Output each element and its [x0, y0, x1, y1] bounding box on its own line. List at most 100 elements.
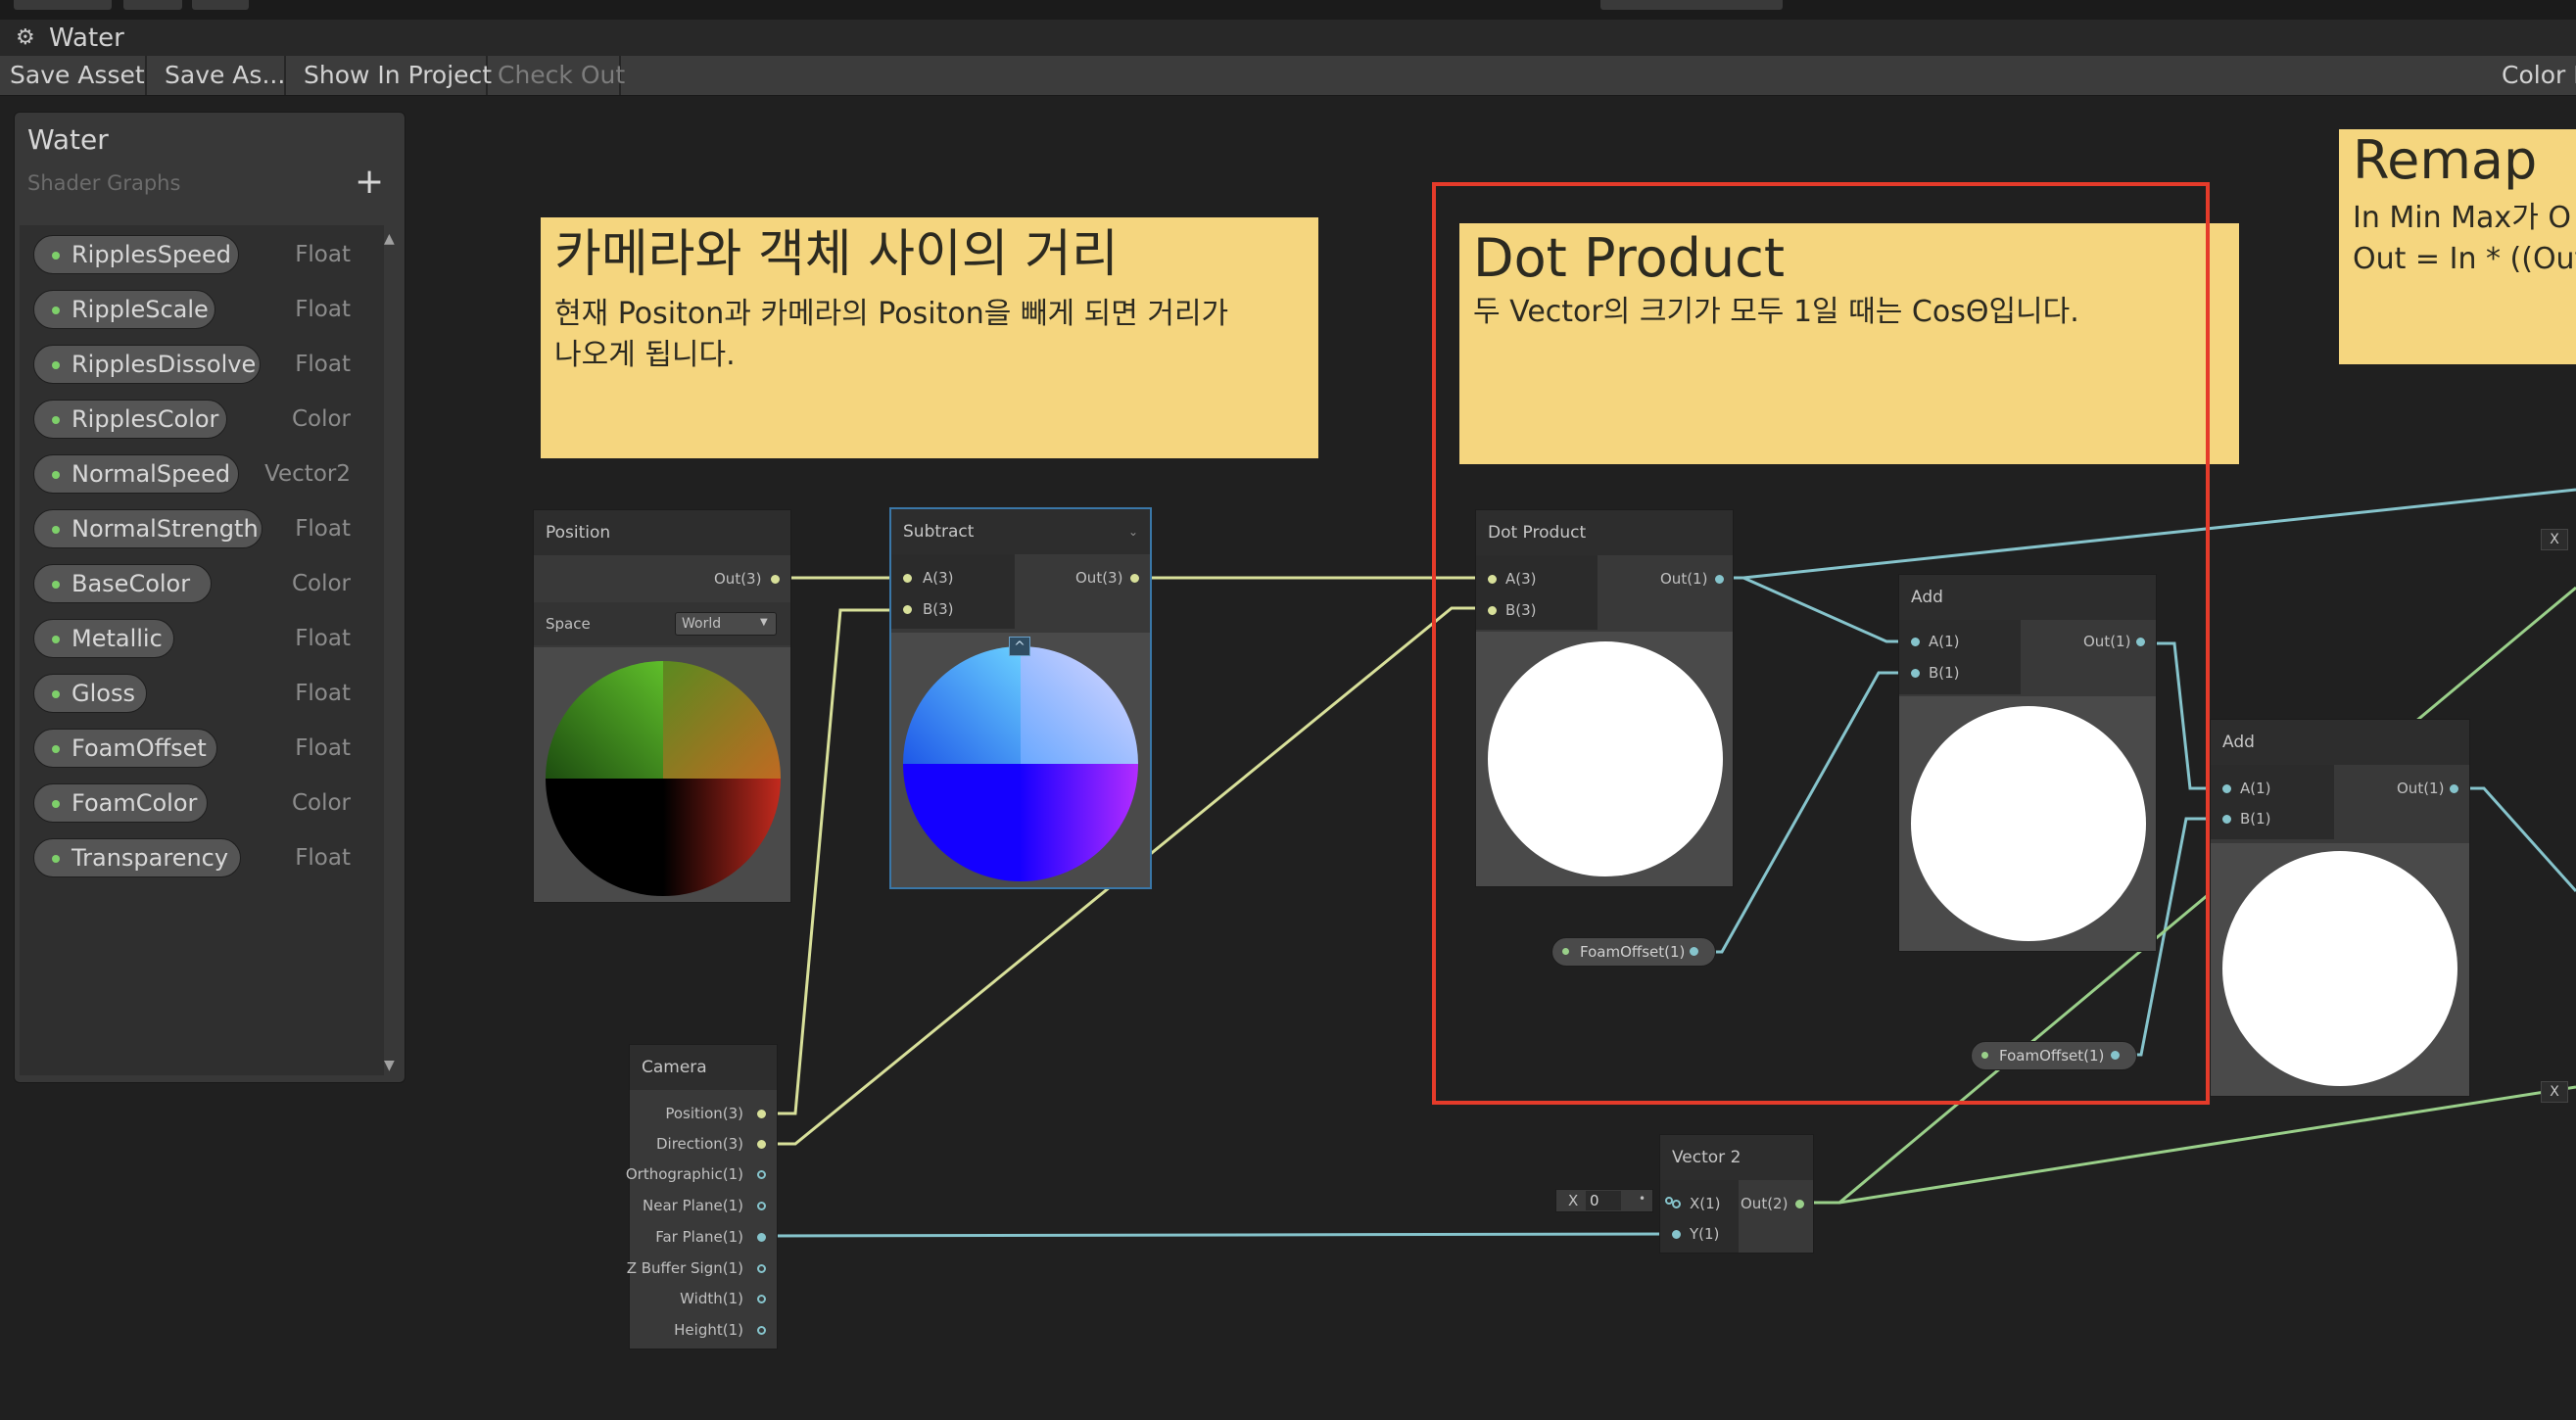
- port-label: Far Plane(1): [655, 1228, 743, 1246]
- input-port-y-icon[interactable]: [1672, 1230, 1681, 1239]
- property-type: Float: [295, 242, 351, 267]
- add-preview-sphere: [1911, 706, 2146, 941]
- port-label: Near Plane(1): [643, 1197, 743, 1214]
- dot-product-node[interactable]: Dot Product A(3) B(3) Out(1): [1475, 509, 1734, 887]
- port-label: Out(1): [2397, 780, 2445, 797]
- chevron-down-icon: ▼: [760, 617, 768, 628]
- property-type: Color: [291, 406, 351, 432]
- camera-node[interactable]: Camera Position(3) Direction(3) Orthogra…: [625, 1044, 778, 1349]
- node-title: Camera: [642, 1058, 707, 1077]
- port-label: Orthographic(1): [625, 1165, 743, 1183]
- output-port-icon[interactable]: [757, 1295, 766, 1303]
- scroll-up-arrow-icon[interactable]: ▲: [384, 231, 395, 247]
- input-port-x-icon[interactable]: [1672, 1200, 1681, 1208]
- edge-x-label[interactable]: X: [2541, 1081, 2568, 1103]
- subtract-node[interactable]: Subtract ⌄ A(3) B(3) Out(3) ^: [889, 507, 1152, 889]
- input-port-b-icon[interactable]: [2222, 815, 2231, 824]
- collapse-preview-button[interactable]: ^: [1009, 637, 1030, 656]
- property-foam-offset[interactable]: FoamOffset: [33, 729, 217, 768]
- port-label: B(3): [923, 600, 954, 618]
- x-field-value: 0: [1590, 1192, 1599, 1209]
- input-port-a-icon[interactable]: [1911, 638, 1920, 646]
- sticky-note-distance[interactable]: 카메라와 객체 사이의 거리 현재 Positon과 카메라의 Positon을…: [541, 217, 1318, 458]
- property-dot-icon: [52, 800, 60, 808]
- input-port-a-icon[interactable]: [903, 574, 912, 583]
- port-label: B(3): [1505, 601, 1537, 619]
- port-label: X(1): [1690, 1195, 1721, 1212]
- port-label: A(3): [1505, 570, 1537, 588]
- property-type: Float: [295, 516, 351, 542]
- port-label: Y(1): [1690, 1225, 1720, 1243]
- add2-preview-sphere: [2222, 851, 2457, 1086]
- node-preview: [1476, 632, 1733, 886]
- property-dot-icon: [52, 307, 60, 314]
- property-normal-speed[interactable]: NormalSpeed: [33, 454, 239, 494]
- output-port-icon[interactable]: [757, 1110, 766, 1118]
- output-port-icon[interactable]: [757, 1140, 766, 1149]
- port-label: B(1): [2240, 810, 2271, 828]
- output-port-icon[interactable]: [771, 575, 780, 584]
- output-port-icon[interactable]: [757, 1326, 766, 1335]
- output-port-icon[interactable]: [757, 1264, 766, 1273]
- port-label: Z Buffer Sign(1): [626, 1259, 743, 1277]
- input-port-a-icon[interactable]: [2222, 784, 2231, 793]
- port-label: Height(1): [674, 1321, 743, 1339]
- property-gloss[interactable]: Gloss: [33, 674, 147, 713]
- port-label: Out(1): [1660, 570, 1708, 588]
- property-dot-icon: [52, 252, 60, 260]
- input-port-b-icon[interactable]: [1911, 669, 1920, 678]
- sticky-note-title: Remap: [2353, 129, 2538, 191]
- property-dot-icon: [52, 416, 60, 424]
- property-transparency[interactable]: Transparency: [33, 838, 241, 877]
- add-node-2[interactable]: Add A(1) B(1) Out(1): [2210, 719, 2470, 1097]
- add-property-button[interactable]: +: [355, 163, 384, 202]
- property-type: Float: [295, 681, 351, 706]
- x-input-field[interactable]: X 0 •: [1555, 1189, 1653, 1212]
- output-port-icon[interactable]: [757, 1170, 766, 1179]
- property-foam-color[interactable]: FoamColor: [33, 783, 208, 823]
- output-port-icon[interactable]: [1715, 575, 1724, 584]
- vector2-node[interactable]: Vector 2 X(1) Y(1) Out(2): [1659, 1134, 1814, 1254]
- port-label: A(1): [2240, 780, 2271, 797]
- node-header: Vector 2: [1660, 1135, 1813, 1180]
- foam-offset-property-node[interactable]: FoamOffset(1): [1551, 937, 1716, 967]
- node-title: Position: [546, 523, 611, 543]
- output-port-icon[interactable]: [757, 1233, 766, 1242]
- position-node[interactable]: Position Out(3) Space World ▼: [533, 509, 791, 903]
- property-type: Float: [295, 845, 351, 871]
- property-dot-icon: [1981, 1052, 1988, 1059]
- output-port-icon[interactable]: [1130, 574, 1139, 583]
- property-type: Color: [291, 790, 351, 816]
- edge-x-label[interactable]: X: [2541, 529, 2568, 550]
- property-metallic[interactable]: Metallic: [33, 619, 174, 658]
- blackboard-title: Water: [27, 123, 109, 156]
- port-label: Out(1): [2083, 633, 2131, 650]
- output-port-icon[interactable]: [2450, 784, 2458, 793]
- property-base-color[interactable]: BaseColor: [33, 564, 212, 603]
- port-label: Out(2): [1741, 1195, 1789, 1212]
- property-dot-icon: [52, 636, 60, 643]
- node-header: Add: [2211, 720, 2469, 765]
- input-slot-area: [1476, 555, 1598, 630]
- property-type: Float: [295, 735, 351, 761]
- property-ripple-scale[interactable]: RippleScale: [33, 290, 215, 329]
- output-port-icon[interactable]: [1690, 947, 1698, 956]
- property-dot-icon: [52, 361, 60, 369]
- output-port-icon[interactable]: [2111, 1051, 2120, 1060]
- output-port-icon[interactable]: [2136, 638, 2145, 646]
- foam-offset-label: FoamOffset(1): [1580, 943, 1686, 961]
- input-port-b-icon[interactable]: [1488, 606, 1497, 615]
- input-port-a-icon[interactable]: [1488, 575, 1497, 584]
- output-port-icon[interactable]: [1795, 1200, 1804, 1208]
- space-dropdown[interactable]: World ▼: [675, 612, 777, 636]
- foam-offset-property-node-2[interactable]: FoamOffset(1): [1971, 1041, 2137, 1070]
- add-node-1[interactable]: Add A(1) B(1) Out(1): [1898, 574, 2157, 952]
- output-port-icon[interactable]: [757, 1202, 766, 1210]
- scroll-down-arrow-icon[interactable]: ▼: [384, 1058, 395, 1073]
- node-preview: [534, 647, 790, 902]
- sticky-note-remap[interactable]: Remap In Min Max가 O Out = In * ((Out: [2339, 129, 2576, 364]
- property-ripples-color[interactable]: RipplesColor: [33, 400, 227, 439]
- property-ripples-speed[interactable]: RipplesSpeed: [33, 235, 239, 274]
- input-port-b-icon[interactable]: [903, 605, 912, 614]
- chevron-down-icon[interactable]: ⌄: [1128, 525, 1138, 539]
